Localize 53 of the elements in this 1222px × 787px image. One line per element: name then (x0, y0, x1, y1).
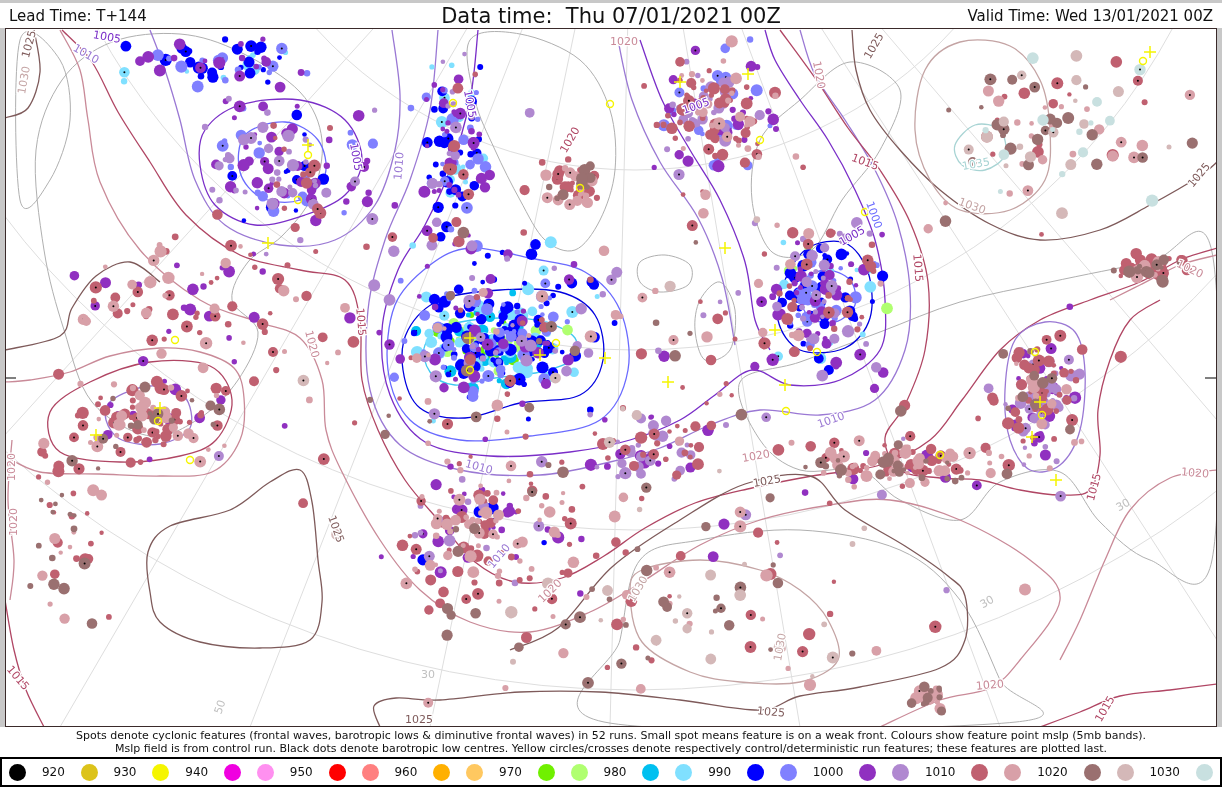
isobar-label: 1025 (756, 704, 786, 720)
grid-label: 30 (977, 592, 997, 612)
legend-label: 1020 (1037, 765, 1068, 779)
legend-label: 930 (113, 765, 137, 779)
legend-label: 1010 (924, 765, 956, 779)
isobar-label: 1015 (910, 253, 926, 283)
isobar-label: 1035 (961, 155, 991, 173)
legend-label: 960 (394, 765, 418, 779)
isobar-label: 1030 (771, 632, 789, 662)
isobar-label: 1030 (15, 65, 33, 95)
isobar-label: 1020 (6, 508, 20, 536)
frame-tick (1204, 377, 1216, 379)
isobar-label: 1010 (463, 457, 495, 477)
isobar-label: 1015 (353, 307, 369, 337)
legend-label: 950 (289, 765, 313, 779)
legend-label: 920 (41, 765, 65, 779)
isobar-label: 1010 (391, 151, 407, 181)
legend-label: 940 (185, 765, 209, 779)
isobar-label: 1025 (19, 29, 39, 60)
grid-label: 50 (211, 698, 229, 716)
isobar-label: 1020 (6, 453, 18, 481)
isobar-label: 1015 (849, 151, 881, 173)
isobar-label: 1000 (863, 199, 885, 231)
isobar-label: 1005 (347, 142, 365, 172)
isobar-label: 1025 (325, 513, 347, 545)
legend-label: 990 (708, 765, 732, 779)
isobar-label: 1010 (815, 409, 847, 431)
frame-tick (6, 377, 17, 379)
isobar-label: 1020 (1180, 465, 1210, 481)
isobar-label: 1020 (810, 60, 828, 90)
legend-label: 980 (603, 765, 627, 779)
isobar-label: 1015 (1084, 471, 1104, 503)
isobar-label: 1025 (752, 472, 782, 490)
grid-label: 30 (1113, 495, 1133, 515)
legend-label: 1030 (1149, 765, 1180, 779)
caption-line: Spots denote cyclonic features (frontal waves, barotropic lows & diminutive frontal waves) in 52 runs. Small spot means feature is on a weak front. Colours show feature point mslp (5mb bands). (76, 729, 1146, 742)
isobar-label: 1030 (956, 195, 988, 217)
valid-time-label: Valid Time: Wed 13/01/2021 00Z (967, 6, 1213, 25)
isobar-label: 1020 (610, 34, 638, 48)
legend-label: 970 (499, 765, 522, 779)
lead-time-label: Lead Time: T+144 (9, 6, 147, 25)
isobar-label: 1020 (1174, 257, 1206, 281)
isobar-label: 1025 (405, 712, 433, 726)
data-time-title: Data time: Thu 07/01/2021 00Z (441, 3, 781, 28)
isobar-label: 1005 (680, 95, 712, 117)
isobar-label: 1005 (461, 89, 479, 119)
grid-label: 30 (421, 667, 435, 681)
isobar-label: 1005 (92, 29, 122, 46)
caption-line: Mslp field is from control run. Black dots denote barotropic low centres. Yellow circles/crosses denote respectively control/deterministic run features; these features are plotted last. (115, 742, 1107, 755)
isobar-label: 1020 (975, 677, 1005, 693)
isobar-label: 1020 (741, 447, 771, 465)
legend-label: 1000 (812, 765, 844, 779)
isobar-label: 1020 (302, 328, 322, 360)
